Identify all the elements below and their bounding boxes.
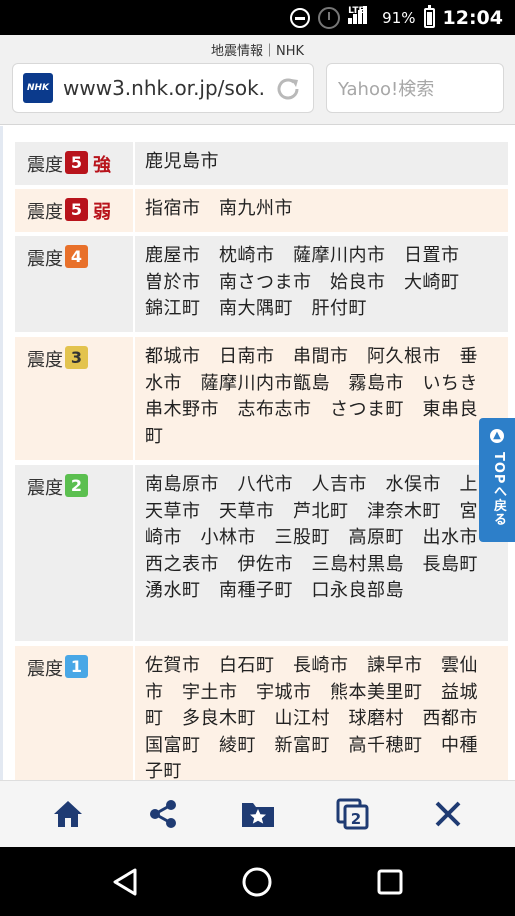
alarm-icon	[318, 6, 341, 29]
intensity-row: 震度 5 強 鹿児島市	[15, 142, 508, 185]
share-button[interactable]	[141, 792, 185, 836]
bookmark-button[interactable]	[236, 792, 280, 836]
reload-icon[interactable]	[273, 74, 303, 104]
site-favicon: NHK	[23, 73, 53, 103]
intensity-badge: 1	[65, 655, 88, 678]
intensity-row: 震度 2 南島原市 八代市 人吉市 水俣市 上天草市 天草市 芦北町 津奈木町 …	[15, 465, 508, 641]
arrow-up-icon: ▲	[490, 429, 504, 443]
tabs-button[interactable]: 2	[331, 792, 375, 836]
home-icon[interactable]	[241, 866, 273, 898]
intensity-row: 震度 5 弱 指宿市 南九州市	[15, 189, 508, 232]
battery-icon	[423, 4, 435, 28]
share-icon	[149, 800, 176, 828]
city-list: 都城市 日南市 串間市 阿久根市 垂水市 薩摩川内市甑島 霧島市 いちき串木野市…	[145, 346, 478, 447]
intensity-label: 震度 1	[15, 646, 133, 780]
battery-percent: 91%	[382, 8, 416, 27]
intensity-row: 震度 4 鹿屋市 枕崎市 薩摩川内市 日置市 曽於市 南さつま市 姶良市 大崎町…	[15, 236, 508, 332]
recents-icon[interactable]	[376, 868, 404, 896]
home-button[interactable]	[46, 792, 90, 836]
intensity-label: 震度 3	[15, 337, 133, 460]
city-list: 指宿市 南九州市	[145, 198, 293, 219]
back-icon[interactable]	[111, 867, 139, 897]
intensity-label: 震度 5 弱	[27, 198, 111, 223]
home-icon	[53, 801, 82, 827]
page-title: 地震情報｜NHK	[210, 44, 305, 59]
intensity-badge: 3	[65, 346, 88, 369]
intensity-suffix: 強	[93, 155, 111, 176]
signal-icon: LTE	[348, 5, 374, 29]
url-bar[interactable]: NHK www3.nhk.or.jp/sok...	[12, 63, 314, 113]
status-bar: LTE 91% 12:04	[0, 0, 515, 35]
close-button[interactable]	[426, 792, 470, 836]
system-nav-bar	[0, 847, 515, 916]
tabs-count: 2	[350, 810, 360, 828]
tabs-icon: 2	[336, 798, 368, 830]
clock: 12:04	[442, 6, 503, 29]
back-to-top-button[interactable]: ▲ TOPへ戻る	[479, 418, 515, 542]
intensity-badge: 5	[65, 151, 88, 174]
search-input[interactable]: Yahoo!検索	[326, 63, 504, 113]
screen: LTE 91% 12:04 地震情報｜NHK NHK www3.nhk.or.j…	[0, 0, 515, 916]
url-text[interactable]: www3.nhk.or.jp/sok...	[63, 76, 263, 100]
city-list: 南島原市 八代市 人吉市 水俣市 上天草市 天草市 芦北町 津奈木町 宮崎市 小…	[145, 474, 496, 601]
back-to-top-label: TOPへ戻る	[491, 452, 506, 527]
city-list: 鹿屋市 枕崎市 薩摩川内市 日置市 曽於市 南さつま市 姶良市 大崎町 錦江町 …	[145, 245, 478, 319]
intensity-label: 震度 4	[15, 236, 133, 332]
browser-header: 地震情報｜NHK NHK www3.nhk.or.jp/sok... Yahoo…	[0, 35, 515, 125]
city-list: 鹿児島市	[145, 151, 219, 172]
close-icon	[435, 801, 460, 827]
browser-toolbar: 2	[0, 780, 515, 847]
intensity-table: 震度 5 強 鹿児島市 震度 5 弱 指宿市 南九州市 震度 4 鹿屋市 枕崎市…	[0, 126, 515, 780]
intensity-suffix: 弱	[93, 202, 111, 223]
intensity-row: 震度 3 都城市 日南市 串間市 阿久根市 垂水市 薩摩川内市甑島 霧島市 いち…	[15, 337, 508, 460]
intensity-badge: 4	[65, 245, 88, 268]
city-list: 佐賀市 白石町 長崎市 諫早市 雲仙市 宇土市 宇城市 熊本美里町 益城町 多良…	[145, 655, 497, 780]
intensity-badge: 5	[65, 198, 88, 221]
intensity-row: 震度 1 佐賀市 白石町 長崎市 諫早市 雲仙市 宇土市 宇城市 熊本美里町 益…	[15, 646, 508, 780]
bookmark-icon	[241, 803, 274, 827]
do-not-disturb-icon	[290, 7, 311, 28]
intensity-badge: 2	[65, 474, 88, 497]
intensity-label: 震度 2	[15, 465, 133, 641]
intensity-label: 震度 5 強	[27, 151, 111, 176]
